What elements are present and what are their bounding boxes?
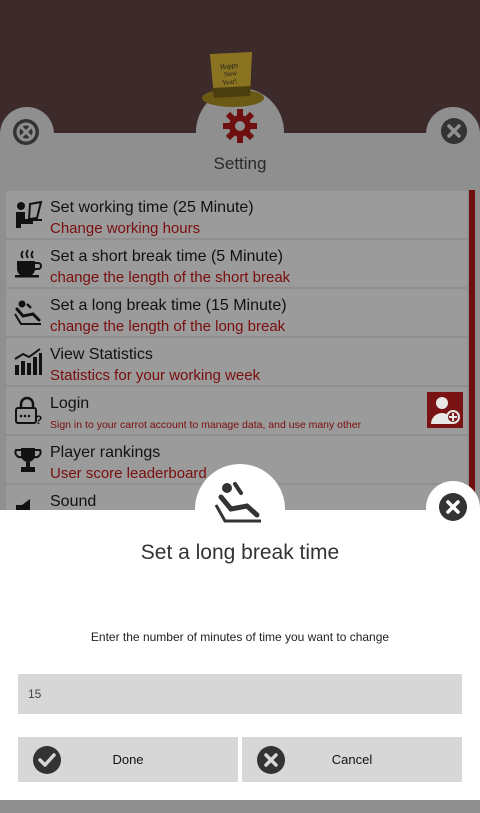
item-subtitle: change the length of the short break	[50, 269, 291, 286]
trophy-icon	[14, 448, 42, 472]
item-subtitle: change the length of the long break	[50, 318, 286, 335]
item-title: Set a long break time (15 Minute)	[50, 297, 287, 314]
dialog-message: Enter the number of minutes of time you …	[90, 630, 390, 644]
settings-item-working-time[interactable]: Set working time (25 Minute) Change work…	[6, 191, 467, 238]
done-button[interactable]: Done	[18, 737, 238, 782]
settings-item-long-break[interactable]: Set a long break time (15 Minute) change…	[6, 289, 467, 336]
worker-laptop-icon	[16, 200, 43, 228]
item-subtitle: Statistics for your working week	[50, 367, 261, 384]
relax-chair-icon	[214, 482, 261, 523]
item-title: Set working time (25 Minute)	[50, 199, 254, 216]
lock-icon: ?	[15, 396, 42, 426]
minutes-input[interactable]	[18, 674, 462, 714]
statistics-chart-icon	[14, 348, 42, 375]
close-icon[interactable]	[440, 117, 468, 145]
done-label: Done	[112, 752, 144, 767]
settings-title: Setting	[213, 154, 267, 173]
settings-item-short-break[interactable]: Set a short break time (5 Minute) change…	[6, 240, 467, 287]
close-icon[interactable]	[12, 118, 40, 146]
item-title: Set a short break time (5 Minute)	[50, 248, 283, 265]
item-title: View Statistics	[50, 346, 153, 363]
relax-chair-icon	[14, 300, 41, 325]
add-account-button[interactable]	[427, 392, 463, 428]
gear-icon	[223, 109, 257, 143]
item-title: Login	[50, 395, 90, 412]
dialog-title: Set a long break time	[140, 541, 340, 564]
settings-item-login[interactable]: ? Login Sign in to your carrot account t…	[6, 387, 467, 434]
item-title: Player rankings	[50, 444, 161, 461]
cancel-label: Cancel	[331, 752, 373, 767]
item-subtitle: Sign in to your carrot account to manage…	[50, 419, 362, 431]
item-subtitle: User score leaderboard	[50, 465, 207, 482]
coffee-cup-icon	[15, 249, 42, 278]
scrollbar[interactable]	[469, 190, 475, 510]
new-year-hat-icon: Happy New Year!	[202, 52, 264, 107]
item-title: Sound	[50, 493, 97, 510]
item-subtitle: Change working hours	[50, 220, 201, 237]
settings-item-statistics[interactable]: View Statistics Statistics for your work…	[6, 338, 467, 385]
svg-text:?: ?	[35, 413, 42, 426]
cancel-button[interactable]: Cancel	[242, 737, 462, 782]
add-user-icon	[431, 397, 460, 424]
close-icon[interactable]	[438, 492, 468, 522]
